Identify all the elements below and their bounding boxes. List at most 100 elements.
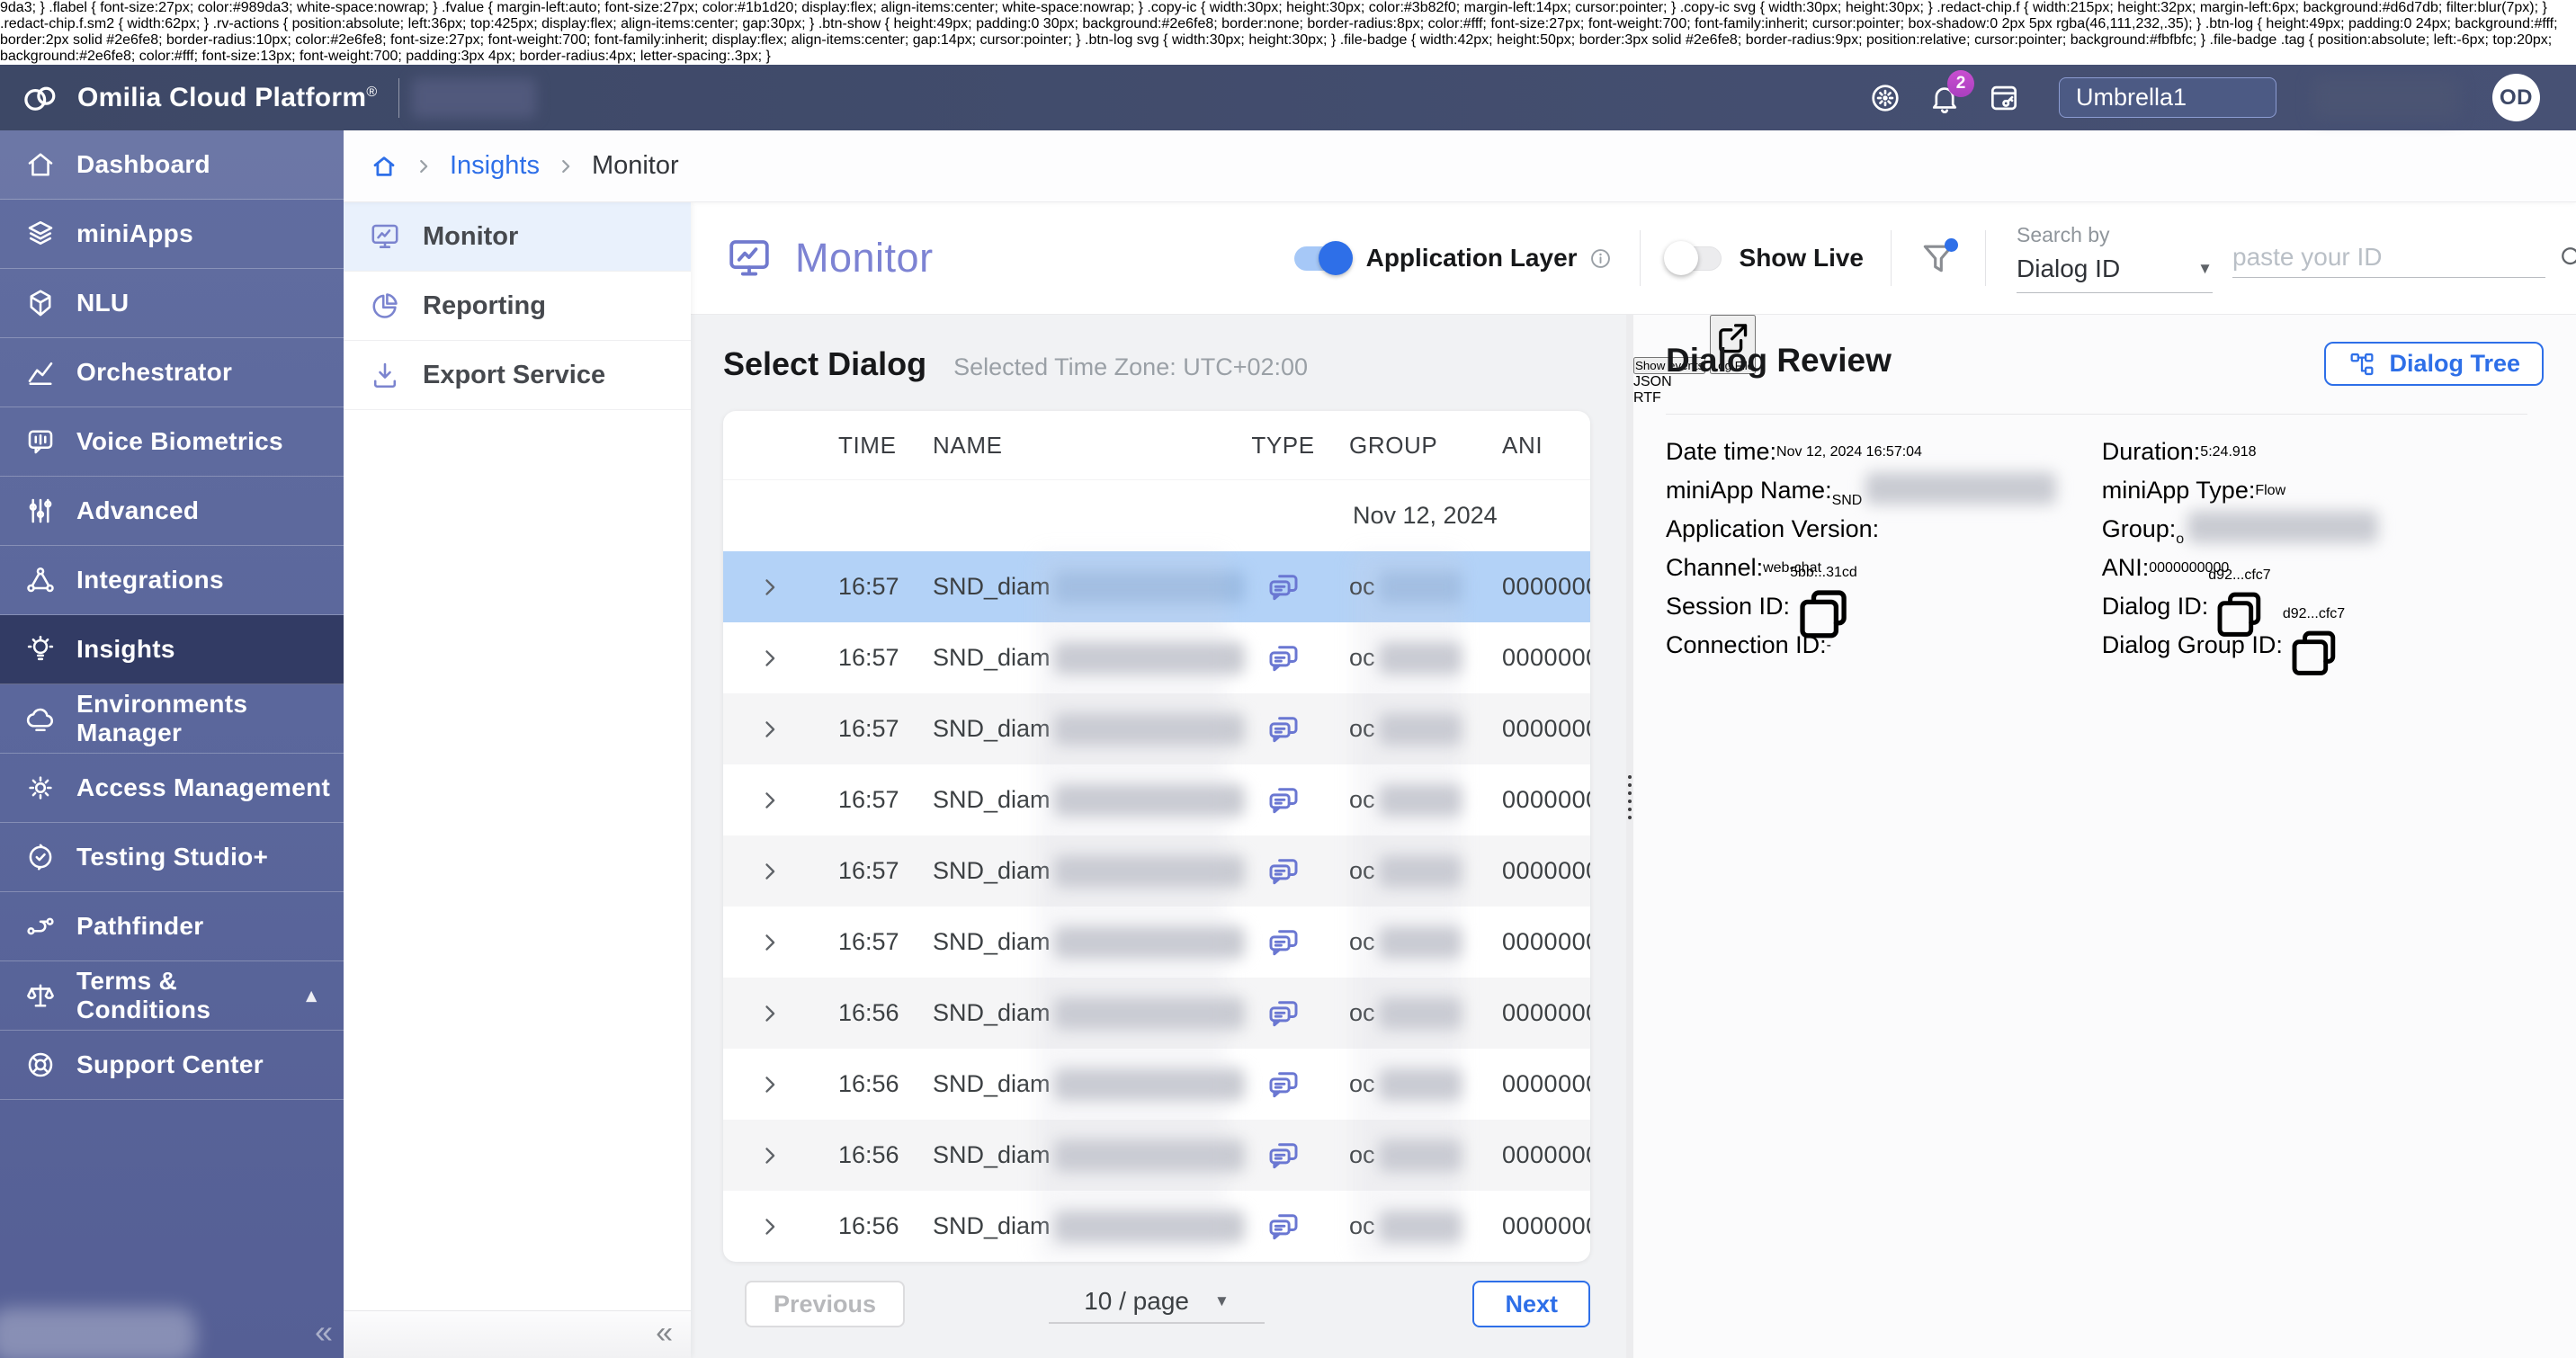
page-size-select[interactable]: 10 / page ▼ [1049, 1281, 1265, 1324]
chat-bubbles-icon[interactable] [1245, 853, 1321, 890]
table-row[interactable]: 16:56 SND_diam oc 000000000 [723, 1049, 1590, 1120]
chat-bubbles-icon[interactable] [1245, 924, 1321, 961]
field-label: ANI: [2102, 554, 2150, 582]
notifications-bell-icon[interactable]: 2 [1928, 81, 1962, 115]
table-row[interactable]: 16:57 SND_diam oc 000000000 [723, 693, 1590, 764]
org-selector[interactable]: Umbrella1 [2059, 77, 2276, 118]
table-row[interactable]: 16:57 SND_diam oc 000000000 [723, 835, 1590, 907]
sidebar-item-dashboard[interactable]: Dashboard [0, 130, 344, 200]
sidebar-item-label: Dashboard [76, 150, 210, 179]
redacted-group [1379, 642, 1462, 675]
brand-title: Omilia Cloud Platform® [77, 83, 377, 113]
sidebar-item-insights[interactable]: Insights [0, 615, 344, 684]
cell-ani: 000000000 [1497, 644, 1590, 672]
chat-bubbles-icon[interactable] [1245, 710, 1321, 748]
field-row: Session ID: 5bb...31cd [1666, 587, 2081, 626]
sidebar-item-label: Access Management [76, 773, 330, 802]
sidebar-item-integrations[interactable]: Integrations [0, 546, 344, 615]
panel-resize-handle[interactable] [1626, 315, 1633, 1358]
avatar[interactable]: OD [2492, 74, 2540, 121]
chevron-right-icon[interactable] [757, 717, 783, 742]
sidebar-item-access-management[interactable]: Access Management [0, 754, 344, 823]
chat-bubbles-icon[interactable] [1245, 1066, 1321, 1103]
cloud-logo-icon [20, 77, 61, 119]
sidebar-item-nlu[interactable]: NLU [0, 269, 344, 338]
review-fields: Date time: Nov 12, 2024 16:57:04 miniApp… [1666, 433, 2527, 665]
sidebar-collapse-icon[interactable]: « [315, 1313, 333, 1351]
sidebar-item-voice-biometrics[interactable]: Voice Biometrics [0, 407, 344, 477]
sidebar-item-orchestrator[interactable]: Orchestrator [0, 338, 344, 407]
id-search-input[interactable] [2232, 243, 2557, 272]
sidebar-item-environments-manager[interactable]: Environments Manager [0, 684, 344, 754]
application-layer-toggle[interactable] [1294, 246, 1348, 271]
table-row[interactable]: 16:57 SND_diam oc 000000000 [723, 622, 1590, 693]
chevron-right-icon[interactable] [757, 1143, 783, 1168]
brand: Omilia Cloud Platform® [0, 77, 377, 119]
sidebar-item-miniapps[interactable]: miniApps [0, 200, 344, 269]
next-page-button[interactable]: Next [1472, 1281, 1590, 1327]
sidebar-item-testing-studio[interactable]: Testing Studio+ [0, 823, 344, 892]
sidebar-item-advanced[interactable]: Advanced [0, 477, 344, 546]
chat-bubbles-icon[interactable] [1245, 995, 1321, 1032]
chart-icon [24, 356, 57, 389]
chevron-right-icon[interactable] [757, 788, 783, 813]
previous-page-button[interactable]: Previous [745, 1281, 905, 1327]
info-icon[interactable] [1588, 246, 1613, 271]
sidebar-item-terms-conditions[interactable]: Terms & Conditions ▴ [0, 961, 344, 1031]
table-row[interactable]: 16:57 SND_diam oc 000000000 [723, 907, 1590, 978]
filter-icon[interactable] [1919, 238, 1958, 278]
field-label: Session ID: [1666, 593, 1790, 621]
field-row: Connection ID: - [1666, 626, 2081, 665]
download-icon [369, 359, 401, 391]
show-live-toggle[interactable] [1668, 246, 1722, 271]
table-row[interactable]: 16:57 SND_diam oc 000000000 [723, 764, 1590, 835]
chevron-right-icon[interactable] [757, 1072, 783, 1097]
copy-icon[interactable] [2283, 622, 2345, 684]
compose-note-icon[interactable] [1987, 81, 2021, 115]
sliders-icon [24, 495, 57, 527]
submenu-item-monitor[interactable]: Monitor [344, 202, 691, 272]
cell-group: oc [1321, 571, 1497, 603]
chevron-right-icon[interactable] [757, 1214, 783, 1239]
home-icon[interactable] [371, 153, 398, 180]
chevron-right-icon[interactable] [757, 1001, 783, 1026]
chevron-right-icon[interactable] [757, 646, 783, 671]
redacted-name [1054, 1139, 1245, 1172]
chevron-right-icon[interactable] [757, 859, 783, 884]
field-row: miniApp Name: SND [1666, 471, 2081, 510]
table-row[interactable]: 16:56 SND_diam oc 000000000 [723, 1120, 1590, 1191]
breadcrumb-insights-link[interactable]: Insights [450, 151, 540, 181]
monitor-icon [725, 234, 774, 282]
rtf-file-icon[interactable]: RTF [1633, 390, 2576, 407]
sidebar-item-pathfinder[interactable]: Pathfinder [0, 892, 344, 961]
search-type-select[interactable]: Dialog ID ▼ [2017, 255, 2213, 293]
monitor-header: Monitor Application Layer Show Live Sear… [691, 202, 2576, 315]
table-row[interactable]: 16:56 SND_diam oc 000000000 [723, 1191, 1590, 1262]
submenu-collapse-icon[interactable]: « [656, 1316, 673, 1351]
table-row[interactable]: 16:57 SND_diam oc 000000000 [723, 551, 1590, 622]
chat-bubbles-icon[interactable] [1245, 782, 1321, 819]
field-row: Date time: Nov 12, 2024 16:57:04 [1666, 433, 2081, 471]
redacted-group [1379, 571, 1462, 603]
submenu-item-reporting[interactable]: Reporting [344, 272, 691, 341]
chat-bubbles-icon[interactable] [1245, 1137, 1321, 1175]
chat-bubbles-icon[interactable] [1245, 639, 1321, 677]
page-size-value: 10 / page [1084, 1287, 1189, 1316]
voice-icon [24, 425, 57, 458]
search-icon[interactable] [2557, 243, 2576, 272]
brightness-icon[interactable] [1868, 81, 1902, 115]
table-row[interactable]: 16:56 SND_diam oc 000000000 [723, 978, 1590, 1049]
sidebar-item-support-center[interactable]: Support Center [0, 1031, 344, 1100]
chevron-right-icon[interactable] [757, 930, 783, 955]
chat-bubbles-icon[interactable] [1245, 1208, 1321, 1246]
header-controls: Application Layer Show Live Search by Di… [1294, 223, 2545, 293]
chat-bubbles-icon[interactable] [1245, 568, 1321, 606]
toggle-knob [1664, 241, 1698, 275]
column-time: TIME [817, 432, 917, 460]
cell-group: oc [1321, 855, 1497, 888]
cell-ani: 000000000 [1497, 928, 1590, 956]
dialog-tree-button[interactable]: Dialog Tree [2324, 342, 2544, 386]
chevron-right-icon[interactable] [757, 575, 783, 600]
insights-submenu: Monitor Reporting Export Service « [344, 202, 691, 1358]
submenu-item-export-service[interactable]: Export Service [344, 341, 691, 410]
